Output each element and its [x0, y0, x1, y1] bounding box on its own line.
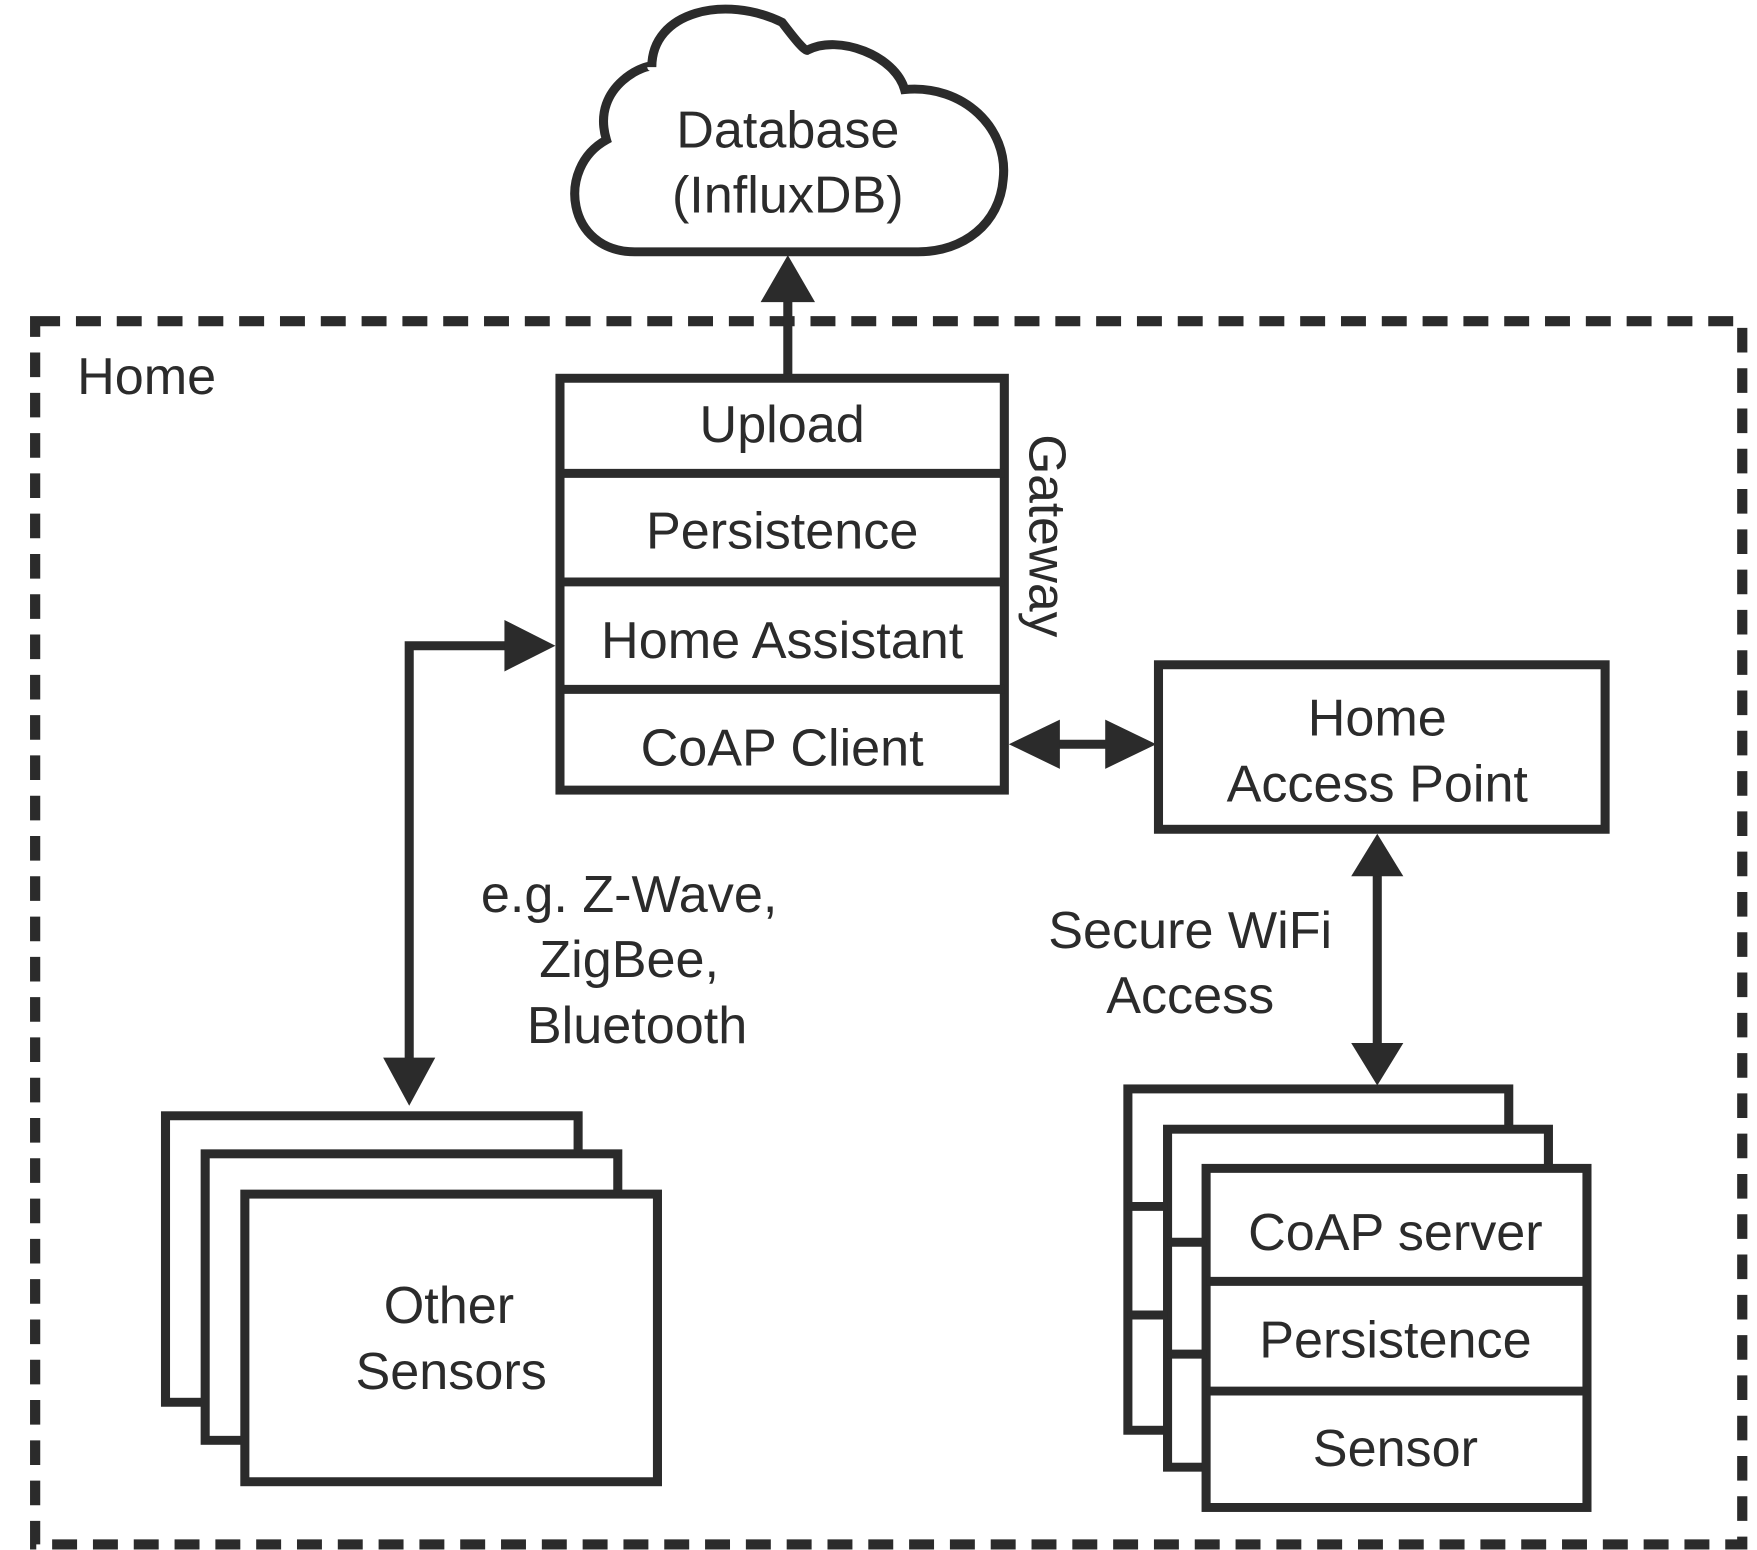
arrowhead-left: [1008, 719, 1060, 769]
sensor-node-layer-sensor: Sensor: [1313, 1419, 1478, 1477]
arrowhead-right: [504, 620, 556, 672]
wifi-label-line2: Access: [1106, 966, 1274, 1024]
gateway-layer-coap-client: CoAP Client: [641, 719, 925, 777]
access-point-line1: Home: [1308, 689, 1447, 747]
gateway-layer-upload: Upload: [700, 395, 865, 453]
cloud-label-line1: Database: [676, 101, 899, 159]
arrowhead-down: [1351, 1043, 1404, 1086]
architecture-diagram: Home Database (InfluxDB) Upload Persiste…: [30, 4, 1748, 1550]
access-point-line2: Access Point: [1227, 755, 1529, 813]
other-sensors-link: [404, 641, 511, 1064]
sensor-node-layer-persistence: Persistence: [1259, 1311, 1531, 1369]
other-sensors-line2: Sensors: [356, 1342, 547, 1400]
home-label: Home: [77, 347, 216, 405]
cloud-label-line2: (InfluxDB): [672, 166, 904, 224]
arrowhead-right: [1105, 719, 1157, 769]
protocols-line1: e.g. Z-Wave,: [481, 865, 777, 923]
protocols-line3: Bluetooth: [527, 996, 747, 1054]
other-sensor-card: [240, 1189, 662, 1487]
gateway-layer-home-assistant: Home Assistant: [601, 611, 964, 669]
protocols-line2: ZigBee,: [539, 930, 719, 988]
upload-arrowhead: [760, 255, 816, 303]
arrowhead-down: [383, 1057, 436, 1106]
wifi-label-line1: Secure WiFi: [1048, 901, 1332, 959]
arrowhead-up: [1351, 833, 1404, 877]
gateway-layer-persistence: Persistence: [646, 502, 918, 560]
sensor-node-layer-coap-server: CoAP server: [1248, 1203, 1543, 1261]
other-sensors-line1: Other: [384, 1276, 514, 1334]
gateway-label: Gateway: [1018, 434, 1076, 637]
